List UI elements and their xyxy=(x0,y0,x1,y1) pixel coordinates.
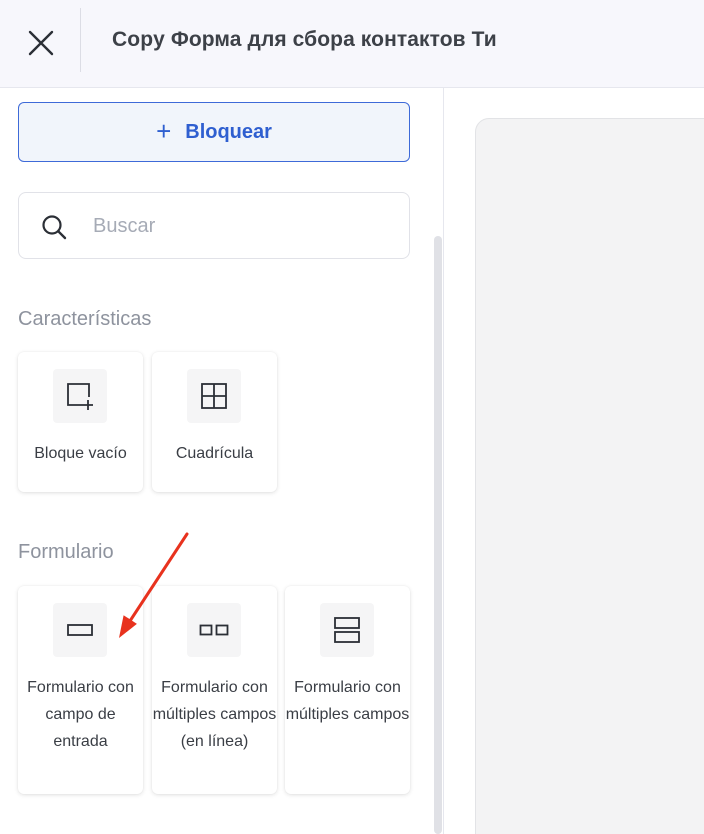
icon-tile xyxy=(53,603,107,657)
stacked-inputs-icon xyxy=(334,617,360,643)
icon-tile xyxy=(320,603,374,657)
card-label: Formulario con múltiples campos (en líne… xyxy=(152,679,277,750)
top-bar: Copy Форма для сбора контактов Ти xyxy=(0,0,704,88)
search-box[interactable] xyxy=(18,192,410,259)
search-icon xyxy=(42,215,67,240)
card-label: Cuadrícula xyxy=(175,445,254,462)
block-card-grid[interactable]: Cuadrícula xyxy=(152,352,277,492)
card-label: Bloque vacío xyxy=(34,445,127,462)
block-card-form-stacked[interactable]: Formulario con múltiples campos xyxy=(285,586,410,794)
icon-tile xyxy=(53,369,107,423)
section-title-formulario: Formulario xyxy=(18,541,114,563)
add-block-label: Bloquear xyxy=(185,120,272,143)
search-input[interactable] xyxy=(93,211,393,241)
empty-block-icon xyxy=(67,383,93,410)
icon-tile xyxy=(187,603,241,657)
card-label: Formulario con campo de entrada xyxy=(27,679,134,750)
section-title-caracteristicas: Características xyxy=(18,308,152,330)
sidebar-scrollbar-thumb[interactable] xyxy=(434,236,442,834)
block-card-empty[interactable]: Bloque vacío xyxy=(18,352,143,492)
close-button[interactable] xyxy=(20,22,62,64)
grid-icon xyxy=(201,383,227,409)
close-icon xyxy=(28,30,54,56)
editor-canvas[interactable] xyxy=(475,118,704,834)
blocks-sidebar: + Bloquear Características Bloque vacío … xyxy=(0,88,444,834)
header-divider xyxy=(80,8,81,72)
single-input-icon xyxy=(67,624,93,636)
icon-tile xyxy=(187,369,241,423)
block-card-form-inline[interactable]: Formulario con múltiples campos (en líne… xyxy=(152,586,277,794)
card-label: Formulario con múltiples campos xyxy=(285,679,410,723)
page-title: Copy Форма для сбора контактов Ти xyxy=(112,28,497,51)
block-card-form-single[interactable]: Formulario con campo de entrada xyxy=(18,586,143,794)
add-block-button[interactable]: + Bloquear xyxy=(18,102,410,162)
plus-icon: + xyxy=(156,115,172,146)
inline-inputs-icon xyxy=(199,624,229,636)
